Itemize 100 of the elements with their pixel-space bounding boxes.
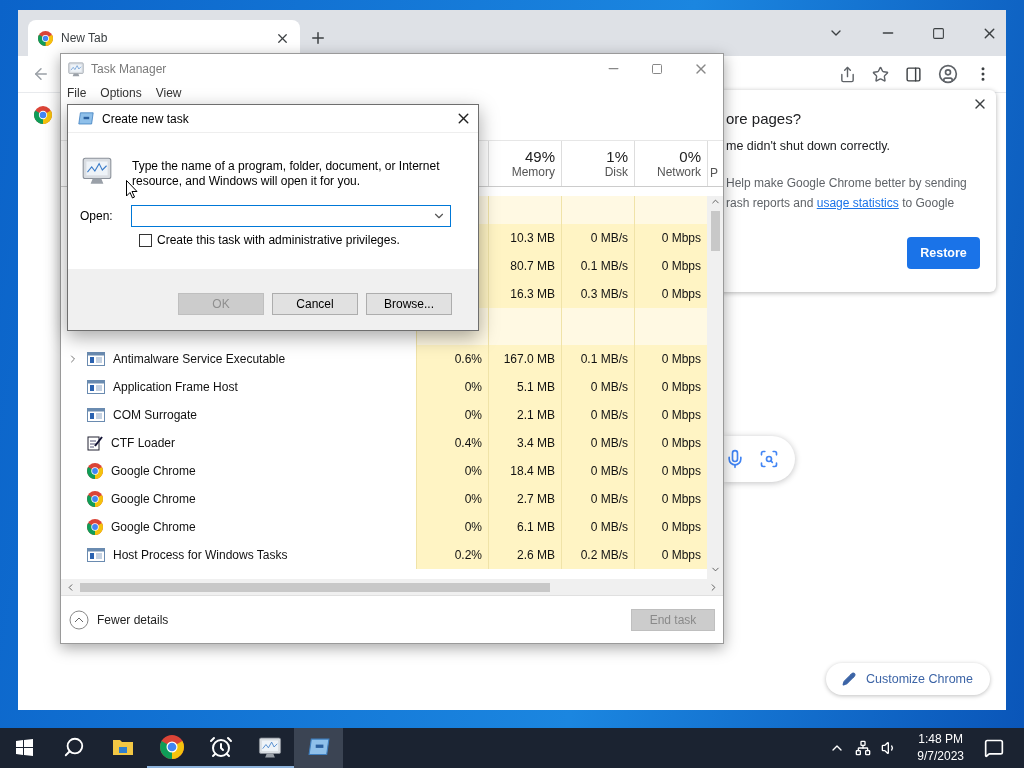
- process-name: Antimalware Service Executable: [113, 352, 286, 366]
- network-cell: 0 Mbps: [634, 513, 707, 541]
- usage-statistics-link[interactable]: usage statistics: [816, 196, 899, 210]
- disk-cell: 0.3 MB/s: [561, 280, 634, 308]
- open-field[interactable]: [131, 205, 451, 227]
- column-header[interactable]: 0% Network: [634, 141, 707, 186]
- disk-cell: 0 MB/s: [561, 373, 634, 401]
- plus-icon[interactable]: [309, 29, 327, 47]
- admin-checkbox[interactable]: [139, 233, 152, 247]
- monitor-chart-icon: [67, 59, 85, 78]
- search-icon[interactable]: [62, 736, 85, 758]
- memory-cell: 167.0 MB: [488, 345, 561, 373]
- process-name: Google Chrome: [111, 492, 196, 506]
- dialog-button[interactable]: Cancel: [272, 292, 358, 315]
- window-app-icon: [87, 548, 105, 562]
- restore-button[interactable]: Restore: [907, 237, 980, 269]
- consent-text: rash reports and usage statistics to Google: [726, 195, 956, 212]
- network-cell: 0 Mbps: [634, 280, 707, 308]
- chrome-logo-icon: [159, 735, 184, 759]
- memory-cell: 10.3 MB: [488, 224, 561, 252]
- network-cell: 0 Mbps: [634, 373, 707, 401]
- collapse-chevron-icon[interactable]: [69, 609, 89, 630]
- network-icon[interactable]: [855, 740, 872, 756]
- memory-cell: 80.7 MB: [488, 252, 561, 280]
- monitor-chart-icon: [256, 734, 283, 760]
- folder-icon: [111, 738, 134, 756]
- window-app-icon: [87, 352, 105, 366]
- cpu-cell: 0%: [416, 513, 488, 541]
- microphone-icon[interactable]: [725, 449, 745, 469]
- checkbox-label: Create this task with administrative privileges.: [157, 233, 400, 247]
- memory-cell: 2.7 MB: [488, 485, 561, 513]
- menu-item[interactable]: File: [67, 86, 87, 100]
- fewer-details-button[interactable]: Fewer details: [69, 609, 169, 630]
- network-cell: 0 Mbps: [634, 429, 707, 457]
- memory-cell: 3.4 MB: [488, 429, 561, 457]
- memory-cell: 18.4 MB: [488, 457, 561, 485]
- share-icon[interactable]: [839, 65, 856, 83]
- cpu-cell: 0.6%: [416, 345, 488, 373]
- column-header[interactable]: P: [707, 141, 723, 186]
- dialog-button[interactable]: Browse...: [366, 292, 452, 315]
- network-cell: 0 Mbps: [634, 541, 707, 569]
- disk-cell: 0 MB/s: [561, 224, 634, 252]
- network-cell: 0 Mbps: [634, 401, 707, 429]
- cpu-cell: 0%: [416, 485, 488, 513]
- chrome-logo-icon: [38, 30, 53, 46]
- chrome-logo-icon: [87, 519, 103, 535]
- network-cell: 0 Mbps: [634, 485, 707, 513]
- column-header[interactable]: 49% Memory: [488, 141, 561, 186]
- dialog-title: Create new task: [102, 111, 190, 126]
- memory-cell: 2.6 MB: [488, 541, 561, 569]
- cpu-cell: 0%: [416, 401, 488, 429]
- alarm-clock-icon: [208, 735, 233, 759]
- disk-cell: 0 MB/s: [561, 401, 634, 429]
- network-cell: 0 Mbps: [634, 457, 707, 485]
- profile-icon[interactable]: [938, 64, 958, 84]
- maximize-icon[interactable]: [932, 26, 945, 40]
- disk-cell: 0 MB/s: [561, 457, 634, 485]
- disk-cell: 0 MB/s: [561, 485, 634, 513]
- horizontal-scrollbar[interactable]: [61, 579, 723, 595]
- popup-message: me didn't shut down correctly.: [726, 139, 892, 153]
- side-panel-icon[interactable]: [905, 65, 922, 83]
- disk-cell: 0 MB/s: [561, 513, 634, 541]
- maximize-icon[interactable]: [651, 62, 663, 75]
- cpu-cell: 0%: [416, 457, 488, 485]
- memory-cell: 5.1 MB: [488, 373, 561, 401]
- windows-logo-icon[interactable]: [16, 738, 33, 756]
- network-cell: 0 Mbps: [634, 252, 707, 280]
- chrome-logo-icon: [87, 463, 103, 479]
- disk-cell: 0.1 MB/s: [561, 252, 634, 280]
- chrome-logo-icon: [87, 491, 103, 507]
- window-title: Task Manager: [91, 61, 168, 76]
- cpu-cell: 0.2%: [416, 541, 488, 569]
- column-header[interactable]: 1% Disk: [561, 141, 634, 186]
- notepad-pen-icon: [87, 435, 103, 451]
- search-box[interactable]: [724, 436, 795, 482]
- browser-tab[interactable]: New Tab: [28, 20, 300, 56]
- process-name: Application Frame Host: [113, 380, 238, 394]
- network-cell: 0 Mbps: [634, 345, 707, 373]
- process-name: Google Chrome: [111, 464, 196, 478]
- process-name: COM Surrogate: [113, 408, 198, 422]
- consent-text: Help make Google Chrome better by sending: [726, 175, 968, 192]
- chrome-logo-icon: [34, 105, 52, 124]
- memory-cell: 16.3 MB: [488, 280, 561, 308]
- disk-cell: 0.2 MB/s: [561, 541, 634, 569]
- star-icon[interactable]: [872, 65, 889, 83]
- popup-title: ore pages?: [726, 110, 803, 127]
- notification-icon[interactable]: [984, 738, 1004, 758]
- disk-cell: 0 MB/s: [561, 429, 634, 457]
- menu-item[interactable]: View: [155, 86, 182, 100]
- memory-cell: 6.1 MB: [488, 513, 561, 541]
- process-name: Google Chrome: [111, 520, 196, 534]
- disk-cell: 0.1 MB/s: [561, 345, 634, 373]
- menu-item[interactable]: Options: [100, 86, 142, 100]
- customize-button[interactable]: Customize Chrome: [826, 663, 990, 695]
- clock[interactable]: 1:48 PM 9/7/2023: [907, 731, 974, 765]
- vertical-scrollbar[interactable]: [707, 196, 723, 579]
- pencil-icon[interactable]: [842, 672, 856, 686]
- scrollbar-thumb[interactable]: [710, 211, 720, 251]
- lens-icon[interactable]: [759, 449, 779, 469]
- open-label: Open:: [80, 209, 114, 223]
